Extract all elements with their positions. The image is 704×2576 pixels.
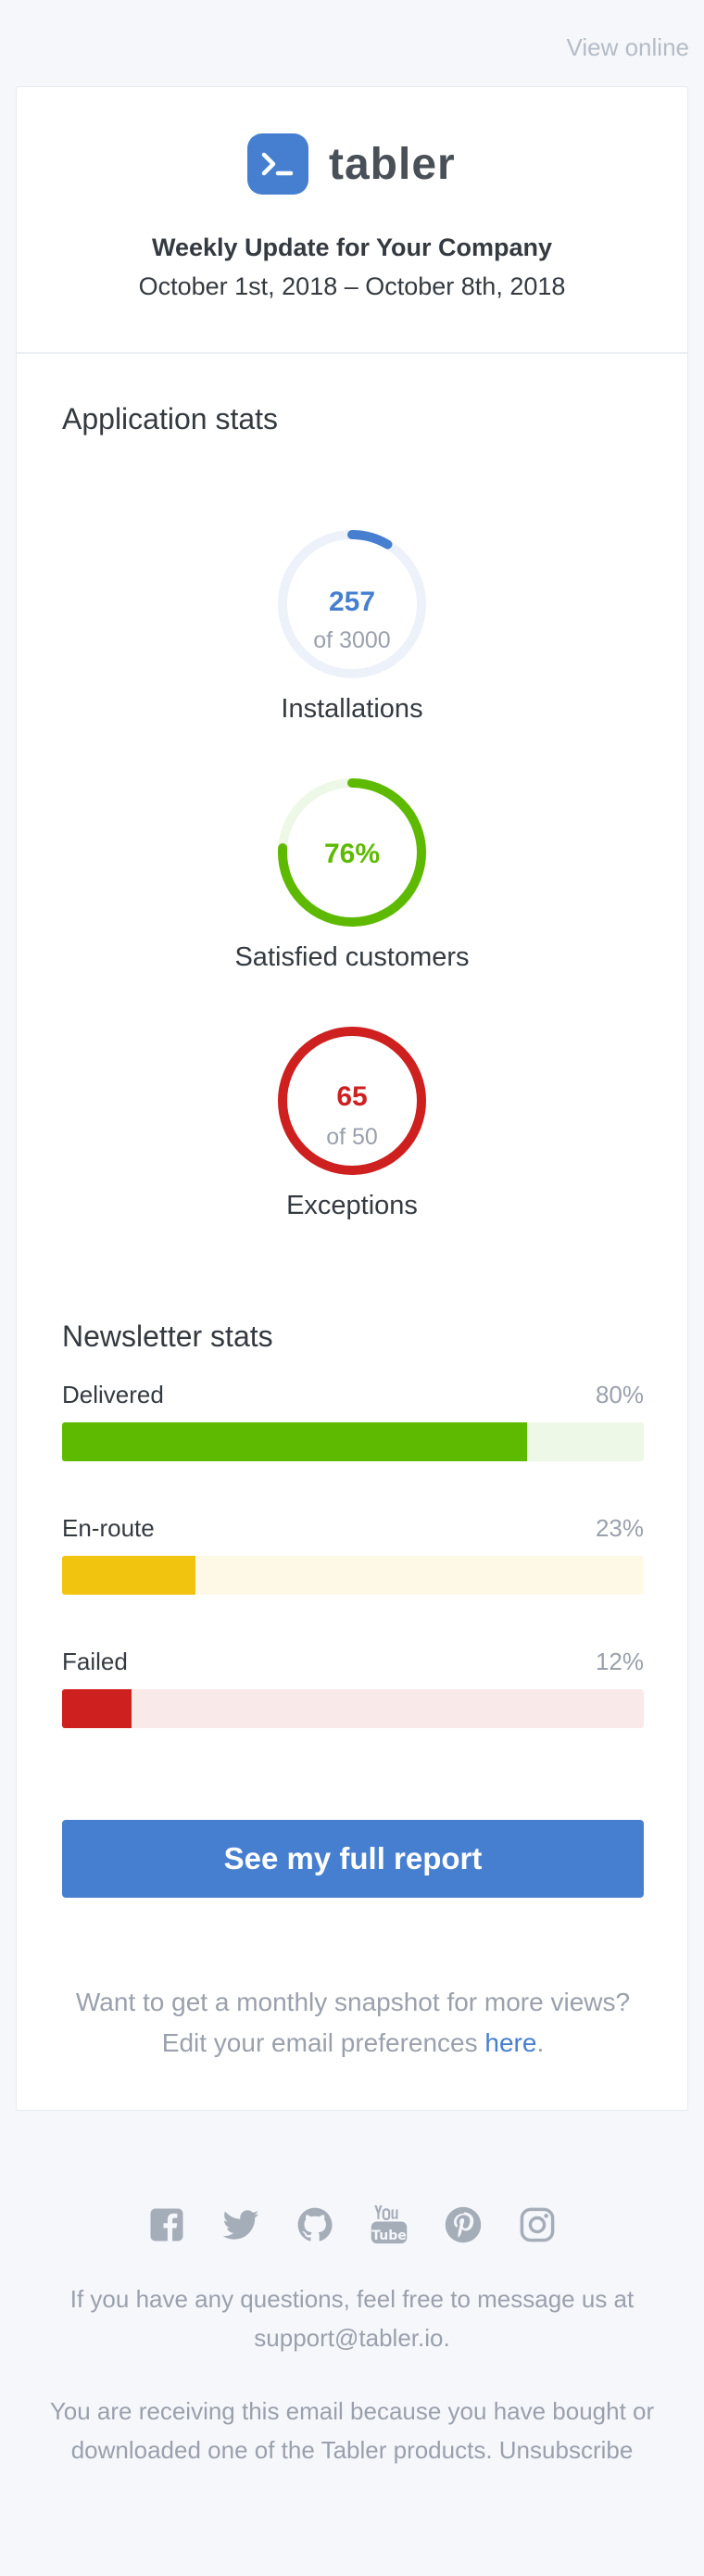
- email-subject: Weekly Update for Your Company: [151, 234, 553, 261]
- date-range: October 1st, 2018 – October 8th, 2018: [138, 272, 566, 300]
- installations-sub: of 3000: [313, 627, 390, 653]
- stat-installations: 257 of 3000 Installations: [17, 527, 687, 725]
- installations-value: 257: [329, 587, 375, 617]
- exceptions-ring: 65 of 50: [278, 1027, 426, 1175]
- en-route-label: En-route: [62, 1514, 155, 1542]
- contact-end: .: [443, 2324, 450, 2352]
- email-card: tabler Weekly Update for Your Company Oc…: [16, 86, 688, 2111]
- support-email-link[interactable]: support@tabler.io: [254, 2324, 443, 2352]
- en-route-fill: [62, 1556, 196, 1595]
- exceptions-sub: of 50: [326, 1124, 378, 1150]
- exceptions-label: Exceptions: [286, 1191, 418, 1220]
- brand-logo[interactable]: tabler: [247, 132, 456, 196]
- instagram-icon[interactable]: [518, 2205, 557, 2244]
- contact-copy: If you have any questions, feel free to …: [69, 2285, 635, 2313]
- failed-track: [62, 1689, 644, 1728]
- delivered-percent: 80%: [595, 1381, 644, 1408]
- satisfied-customers-label: Satisfied customers: [234, 942, 470, 972]
- youtube-icon[interactable]: Tube: [370, 2205, 409, 2244]
- brand-name: tabler: [329, 139, 456, 189]
- installations-ring: 257 of 3000: [278, 530, 426, 678]
- reason-text: You are receiving this email because you…: [28, 2392, 676, 2469]
- preferences-copy: Want to get a monthly snapshot for more …: [75, 1988, 631, 2057]
- pinterest-icon[interactable]: [444, 2205, 483, 2244]
- satisfied-customers-ring: 76%: [278, 778, 426, 927]
- full-report-button[interactable]: See my full report: [62, 1820, 644, 1898]
- delivered-track: [62, 1422, 644, 1461]
- preferences-link[interactable]: here: [484, 2028, 536, 2057]
- email-header: tabler Weekly Update for Your Company Oc…: [17, 87, 687, 354]
- contact-text: If you have any questions, feel free to …: [28, 2279, 676, 2357]
- satisfied-customers-value: 76%: [324, 839, 380, 869]
- newsletter-stats-title: Newsletter stats: [62, 1320, 273, 1353]
- failed-label: Failed: [62, 1648, 128, 1675]
- svg-text:Tube: Tube: [371, 2229, 407, 2243]
- unsubscribe-link[interactable]: Unsubscribe: [499, 2436, 634, 2464]
- installations-label: Installations: [281, 694, 423, 724]
- tabler-logo-icon: [247, 133, 308, 195]
- failed-fill: [62, 1689, 132, 1728]
- bar-failed: Failed 12%: [62, 1648, 644, 1728]
- delivered-label: Delivered: [62, 1381, 164, 1408]
- delivered-fill: [62, 1422, 528, 1461]
- facebook-icon[interactable]: [147, 2205, 186, 2244]
- en-route-percent: 23%: [595, 1514, 644, 1542]
- application-stats-title: Application stats: [62, 402, 279, 436]
- github-icon[interactable]: [295, 2205, 334, 2244]
- social-links: Tube: [0, 2205, 704, 2244]
- bar-en-route: En-route 23%: [62, 1514, 644, 1595]
- bar-delivered: Delivered 80%: [62, 1381, 644, 1461]
- exceptions-value: 65: [336, 1081, 367, 1112]
- view-online-link[interactable]: View online: [566, 33, 689, 62]
- preferences-text: Want to get a monthly snapshot for more …: [72, 1982, 634, 2064]
- failed-percent: 12%: [595, 1648, 644, 1675]
- stat-exceptions: 65 of 50 Exceptions: [17, 1024, 687, 1221]
- stat-satisfied-customers: 76% Satisfied customers: [17, 776, 687, 973]
- preferences-end: .: [536, 2028, 545, 2057]
- twitter-icon[interactable]: [221, 2205, 260, 2244]
- en-route-track: [62, 1556, 644, 1595]
